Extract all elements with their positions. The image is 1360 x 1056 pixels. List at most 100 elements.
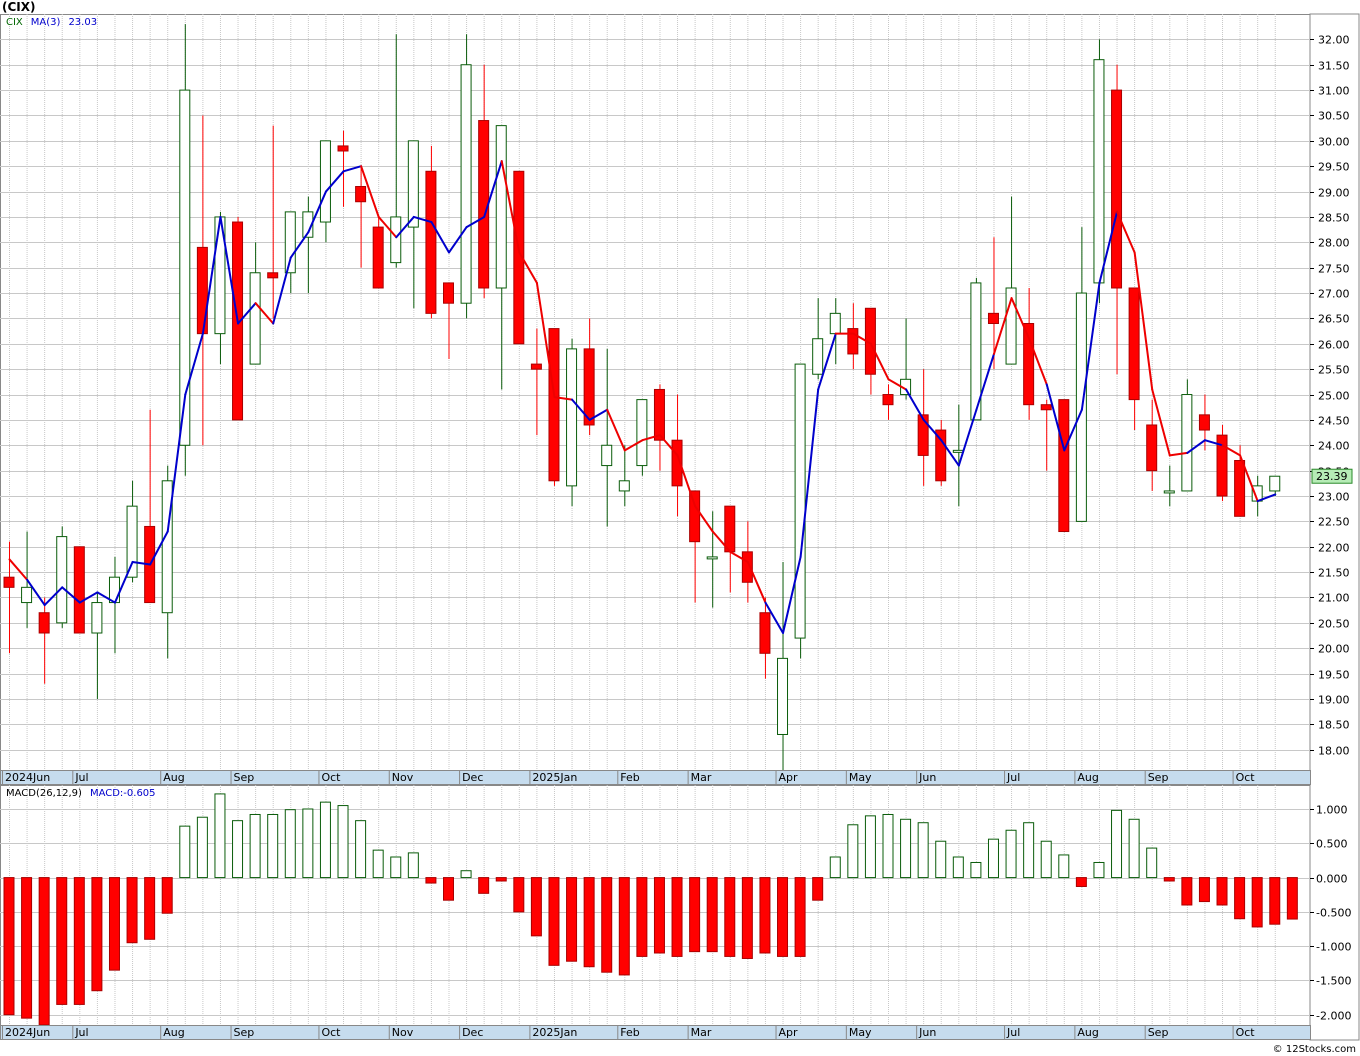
price-tick-label: 25.00 [1318, 390, 1350, 403]
price-tick-label: 32.00 [1318, 34, 1350, 47]
price-tick-label: 26.00 [1318, 339, 1350, 352]
month-label: Mar [691, 771, 712, 784]
macd-bar [530, 877, 542, 937]
price-tick-label: 30.00 [1318, 136, 1350, 149]
price-tick-label: 19.00 [1318, 694, 1350, 707]
price-tick-label: 20.50 [1318, 618, 1350, 631]
macd-bar [987, 838, 999, 879]
candle-body [1128, 287, 1140, 401]
macd-bar [601, 877, 613, 973]
macd-bar [794, 877, 806, 957]
month-label: Nov [392, 771, 414, 784]
month-label: Aug [163, 1026, 184, 1039]
macd-bar [495, 877, 507, 882]
price-tick-label: 27.50 [1318, 263, 1350, 276]
price-tick-label: 20.00 [1318, 643, 1350, 656]
month-label: Apr [779, 771, 799, 784]
macd-bar [1023, 822, 1035, 879]
month-label: Jun [918, 1026, 936, 1039]
price-legend-item: CIX [6, 17, 23, 28]
macd-bar [91, 877, 103, 992]
macd-bar [372, 849, 384, 879]
macd-bar [583, 877, 595, 968]
macd-bar [1181, 877, 1193, 906]
macd-bar [566, 877, 578, 962]
macd-bar [1111, 809, 1123, 879]
macd-bar [636, 877, 648, 957]
macd-bar [706, 877, 718, 953]
month-label: Dec [462, 771, 483, 784]
candle-body [548, 328, 560, 482]
month-label: Jul [1006, 771, 1020, 784]
candle-body [390, 216, 402, 264]
macd-bar [3, 877, 15, 1016]
macd-bar [108, 877, 120, 971]
macd-bar [38, 877, 50, 1026]
month-label: Sep [1148, 1026, 1169, 1039]
macd-bar [478, 877, 490, 894]
candle-body [689, 490, 701, 543]
candle-body [443, 282, 454, 304]
price-tick-label: 28.50 [1318, 212, 1350, 225]
macd-tick-label: -0.500 [1316, 907, 1351, 920]
candle-body [777, 657, 789, 735]
candle-body [1058, 399, 1070, 533]
candle-body [935, 429, 947, 482]
macd-tick-label: -1.000 [1316, 941, 1351, 954]
macd-tick-label: 1.000 [1316, 804, 1348, 817]
candle-body [566, 348, 578, 487]
macd-bar [214, 793, 226, 879]
macd-bar [1286, 877, 1298, 920]
candle-body [1198, 414, 1210, 431]
month-label: Jul [74, 1026, 88, 1039]
month-label: Jul [74, 771, 88, 784]
candle-body [847, 328, 859, 355]
price-tick-label: 29.00 [1318, 187, 1350, 200]
macd-bar [900, 818, 912, 879]
macd-bar [1251, 877, 1263, 928]
macd-tick-label: -2.000 [1316, 1010, 1351, 1023]
candle-body [495, 125, 507, 289]
price-tick-label: 21.00 [1318, 592, 1350, 605]
candle-body [407, 140, 419, 228]
macd-bar [355, 820, 367, 879]
macd-bar [829, 856, 841, 879]
candle-body [1146, 424, 1158, 472]
month-label: Feb [620, 1026, 639, 1039]
price-tick-label: 22.00 [1318, 542, 1350, 555]
macd-bar [1269, 877, 1281, 925]
candle-body [653, 388, 665, 441]
month-label: May [849, 771, 872, 784]
candle-body [337, 145, 349, 152]
month-label: May [849, 1026, 872, 1039]
price-legend-item: 23.03 [68, 17, 97, 28]
macd-bar [249, 813, 261, 879]
candle-body [284, 211, 296, 274]
price-tick-label: 21.50 [1318, 567, 1350, 580]
candle-body [38, 612, 50, 634]
macd-bar [1093, 861, 1105, 879]
macd-bar [196, 816, 208, 879]
macd-tick-label: -1.500 [1316, 975, 1351, 988]
price-tick-label: 29.50 [1318, 161, 1350, 174]
candle-body [73, 546, 85, 634]
chart-canvas: 18.00 18.50 19.00 19.50 20.00 20.50 21.00 21.50… [0, 13, 1360, 1041]
month-label: 2025Jan [532, 771, 577, 784]
macd-bar [917, 822, 929, 879]
macd-tick-label: 0.500 [1316, 838, 1348, 851]
candle-body [1234, 459, 1246, 517]
candle-body [618, 480, 630, 492]
macd-bar [689, 877, 701, 953]
macd-bar [777, 877, 789, 957]
macd-bar [1058, 854, 1070, 879]
candle-body [56, 536, 68, 624]
price-tick-label: 24.50 [1318, 415, 1350, 428]
price-tick-label: 31.00 [1318, 85, 1350, 98]
macd-bar [759, 877, 771, 954]
macd-tick-label: 0.000 [1316, 873, 1348, 886]
macd-bar [1198, 877, 1210, 903]
price-legend-item: MA(3) [31, 17, 61, 28]
month-label: Feb [620, 771, 639, 784]
macd-bar [267, 813, 279, 879]
candle-body [3, 576, 15, 588]
